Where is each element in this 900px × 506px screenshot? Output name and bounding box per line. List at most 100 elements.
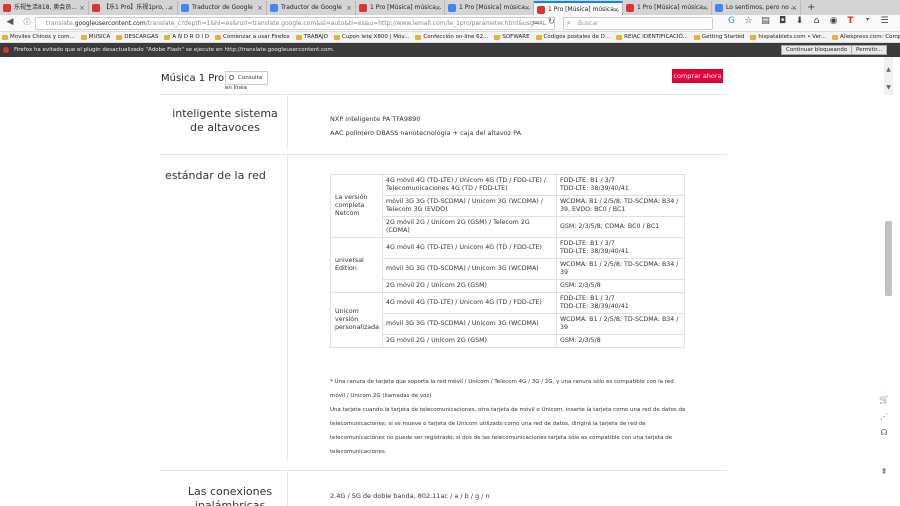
band-cell: 2G móvil 2G / Unicom 2G (GSM): [381, 279, 557, 293]
divider: [287, 470, 288, 506]
new-tab-icon[interactable]: +: [801, 1, 821, 15]
browser-tab[interactable]: Traductor de Google ×: [267, 1, 356, 15]
share-icon[interactable]: ⋰: [878, 412, 890, 424]
reload-icon[interactable]: ↻: [548, 17, 555, 26]
browser-tab[interactable]: 1 Pro [Música] música... ×: [445, 1, 534, 15]
url-bar[interactable]: translate.googleusercontent.com/translat…: [35, 17, 555, 30]
back-to-top-icon[interactable]: ⇞: [878, 467, 890, 479]
translate-icon[interactable]: G: [725, 16, 738, 26]
browser-tab[interactable]: 【乐1 Pro】乐视1pro, ... ×: [89, 1, 178, 15]
divider: [287, 154, 288, 460]
browser-tab[interactable]: Traductor de Google ×: [178, 1, 267, 15]
bookmark-item[interactable]: Getting Started: [692, 34, 749, 40]
close-tab-icon[interactable]: ×: [435, 1, 441, 15]
cart-icon[interactable]: 🛒: [878, 395, 890, 407]
download-icon[interactable]: ⬇: [793, 16, 806, 26]
bookmark-item[interactable]: Confección on-line 62...: [413, 34, 492, 40]
network-notes: * Una ranura de tarjeta que soporta la r…: [330, 375, 690, 459]
table-row: móvil 3G 3G (TD-SCDMA) / Unicom 3G (WCDM…: [331, 258, 686, 280]
search-icon: ⌕: [567, 19, 571, 27]
bookmark-item[interactable]: A N D R O I D: [162, 34, 213, 40]
close-tab-icon[interactable]: ×: [791, 1, 797, 15]
continue-blocking-button[interactable]: Continuar bloqueando: [781, 45, 853, 55]
network-table: La versión completa Netcom 4G móvil 4G (T…: [330, 174, 686, 348]
note-2: Una tarjeta cuando la tarjeta de telecom…: [330, 407, 686, 455]
toolbar-icons: G ☆ ▤ ◘ ⬇ ⌂ ◉ T ▾ ☰: [725, 16, 891, 26]
table-row: Unicom versión personalizada 4G móvil 4G …: [330, 292, 686, 348]
divider: [160, 154, 727, 155]
table-row: 2G móvil 2G / Unicom 2G (GSM) GSM: 2/3/5/…: [331, 334, 686, 348]
close-tab-icon[interactable]: ×: [346, 1, 352, 15]
band-cell: 2G móvil 2G / Unicom 2G (GSM): [381, 334, 557, 348]
flash-message: Firefox ha evitado que el plugin desactu…: [14, 47, 335, 53]
browser-tab[interactable]: Lo sentimos, pero no ... ×: [712, 1, 801, 15]
scroll-down-icon[interactable]: ▼: [884, 84, 893, 91]
bookmarks-list-icon[interactable]: ▤: [759, 16, 772, 26]
tab-title: 1 Pro [Música] música...: [459, 4, 531, 11]
favicon-icon: [715, 4, 723, 12]
close-tab-icon[interactable]: ×: [257, 1, 263, 15]
reader-icon[interactable]: ▭: [533, 18, 540, 26]
consult-online-button[interactable]: Consulta: [225, 71, 269, 85]
favicon-icon: [3, 4, 11, 12]
addon-icon[interactable]: T: [844, 16, 857, 26]
table-row: 2G móvil 2G / Unicom 2G (GSM) GSM: 2/3/5/…: [331, 279, 686, 293]
scroll-up-icon[interactable]: ▲: [884, 66, 893, 73]
speaker-heading: inteligente sistema de altavoces: [172, 107, 278, 134]
buy-now-button[interactable]: comprar ahora: [672, 69, 723, 83]
close-tab-icon[interactable]: ×: [524, 1, 530, 15]
pocket-icon[interactable]: ◘: [776, 16, 789, 26]
addon-dropdown-icon[interactable]: ▾: [861, 16, 874, 26]
frequency-cell: FDD-LTE: B1 / 3/7 TDD-LTE: 38/39/40/41: [555, 237, 686, 259]
bookmark-item[interactable]: Cupon lete X800 | Móv...: [332, 34, 413, 40]
browser-tab[interactable]: 1 Pro [Música] música... ×: [356, 1, 445, 15]
bookmark-item[interactable]: Comenzar a usar Firefox: [213, 34, 294, 40]
close-tab-icon[interactable]: ×: [613, 3, 619, 15]
info-icon[interactable]: ⓘ: [20, 17, 34, 27]
bookmark-item[interactable]: MUSICA: [79, 34, 115, 40]
speaker-line-2: AAC polímero DBASS nanotecnología + caja…: [330, 129, 522, 137]
version-name: universal Edition: [330, 237, 383, 293]
tab-title: Lo sentimos, pero no ...: [726, 4, 797, 11]
online-label: en línea: [225, 85, 247, 91]
bookmark-item[interactable]: REIAC IDENTIFICACIÓ...: [614, 34, 692, 40]
headset-icon[interactable]: ☊: [878, 428, 890, 440]
bookmark-item[interactable]: Códigos postales de D...: [534, 34, 615, 40]
bookmark-item[interactable]: Aliexpress.com: Comp...: [830, 34, 900, 40]
bookmarks-toolbar: Moviles Chinos y com... MUSICA DESCARGAS A …: [0, 32, 900, 43]
favicon-icon: [270, 4, 278, 12]
bookmark-item[interactable]: DESCARGAS: [114, 34, 162, 40]
scrollbar-thumb[interactable]: [885, 221, 892, 296]
bookmark-item[interactable]: SOFWARE: [492, 34, 533, 40]
frequency-cell: WCDMA: B1 / 2/5/8; TD-SCDMA: B34 / 39, E…: [555, 195, 686, 217]
browser-tab[interactable]: 1 Pro [Música] música... ×: [623, 1, 712, 15]
divider: [160, 94, 727, 95]
close-tab-icon[interactable]: ×: [79, 1, 85, 15]
table-row: móvil 3G 3G (TD-SCDMA) / Unicom 3G (WCDM…: [331, 313, 686, 335]
network-heading: estándar de la red: [165, 169, 266, 182]
frequency-cell: WCDMA: B1 / 2/5/8; TD-SCDMA: B34 / 39: [555, 313, 686, 335]
back-icon[interactable]: ◀: [3, 17, 17, 27]
search-input[interactable]: ⌕ Buscar: [563, 17, 713, 30]
tab-title: Traductor de Google: [281, 4, 342, 11]
sync-icon[interactable]: ◉: [827, 16, 840, 26]
frequency-cell: GSM: 2/3/5/8: [555, 279, 686, 293]
tab-title: Traductor de Google: [192, 4, 253, 11]
band-cell: móvil 3G 3G (TD-SCDMA) / Unicom 3G (WCDM…: [381, 258, 557, 280]
bookmark-item[interactable]: TRABAJO: [294, 34, 332, 40]
menu-icon[interactable]: ☰: [878, 16, 891, 26]
browser-tab[interactable]: 乐视生活818, 奥会员... ×: [0, 1, 89, 15]
bookmark-item[interactable]: Moviles Chinos y com...: [0, 34, 79, 40]
tab-bar: 乐视生活818, 奥会员... × 【乐1 Pro】乐视1pro, ... × Trad…: [0, 0, 900, 15]
bookmark-star-icon[interactable]: ☆: [742, 16, 755, 26]
page-content: Música 1 Pro Consulta en línea comprar a…: [0, 57, 900, 506]
home-icon[interactable]: ⌂: [810, 16, 823, 26]
divider: [287, 94, 288, 149]
bookmark-item[interactable]: hispatablets.com • Ver...: [748, 34, 830, 40]
navigation-bar: ◀ ⓘ translate.googleusercontent.com/tran…: [0, 15, 900, 32]
tab-title: 1 Pro [Música] música...: [370, 4, 442, 11]
close-tab-icon[interactable]: ×: [702, 1, 708, 15]
browser-tab[interactable]: 1 Pro [Música] música... ×: [534, 1, 623, 15]
close-tab-icon[interactable]: ×: [168, 1, 174, 15]
allow-button[interactable]: Permitir...: [851, 45, 888, 55]
